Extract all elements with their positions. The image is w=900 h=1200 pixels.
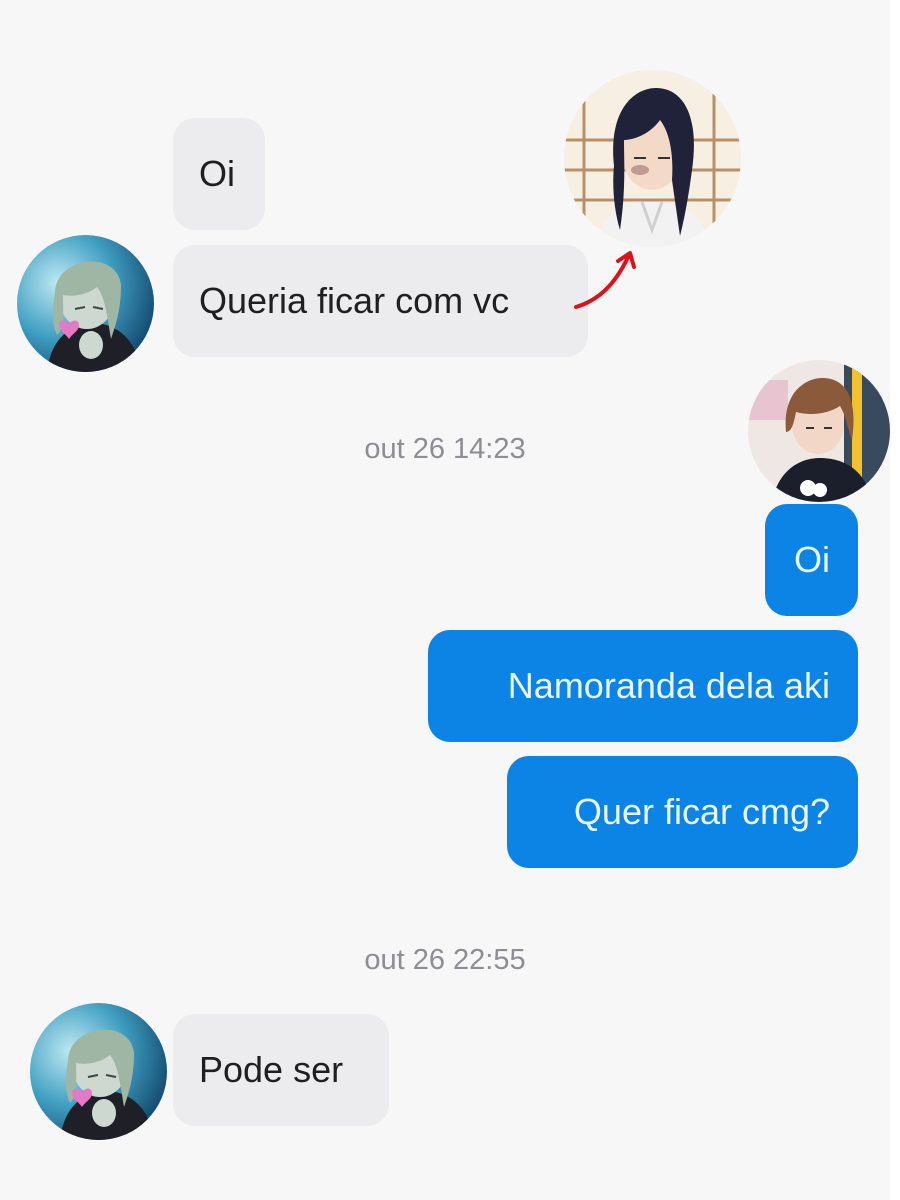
message-bubble-outgoing[interactable]: Namoranda dela aki <box>428 630 858 742</box>
timestamp: out 26 22:55 <box>364 944 526 976</box>
message-text: Oi <box>794 539 830 580</box>
message-text: Oi <box>199 153 235 194</box>
red-arrow-icon <box>574 251 636 309</box>
message-bubble-outgoing[interactable]: Oi <box>765 504 858 616</box>
anime-character-green-hair-avatar <box>17 235 154 372</box>
referenced-avatar[interactable] <box>564 70 741 247</box>
message-bubble-incoming[interactable]: Oi <box>173 118 265 230</box>
anime-character-green-hair-avatar <box>30 1003 167 1140</box>
anime-character-dark-hair-avatar <box>564 70 741 247</box>
message-bubble-incoming[interactable]: Pode ser <box>173 1014 389 1126</box>
anime-character-brown-hair-avatar <box>748 360 890 502</box>
message-bubble-incoming[interactable]: Queria ficar com vc <box>173 245 588 357</box>
timestamp: out 26 14:23 <box>364 433 526 465</box>
message-text: Namoranda dela aki <box>507 665 830 706</box>
message-text: Quer ficar cmg? <box>573 791 830 832</box>
edge-strip <box>890 0 900 1200</box>
message-text: Queria ficar com vc <box>199 280 510 321</box>
message-text: Pode ser <box>199 1049 344 1090</box>
user-avatar[interactable] <box>748 360 890 502</box>
message-bubble-outgoing[interactable]: Quer ficar cmg? <box>507 756 858 868</box>
contact-avatar[interactable] <box>30 1003 167 1140</box>
contact-avatar[interactable] <box>17 235 154 372</box>
